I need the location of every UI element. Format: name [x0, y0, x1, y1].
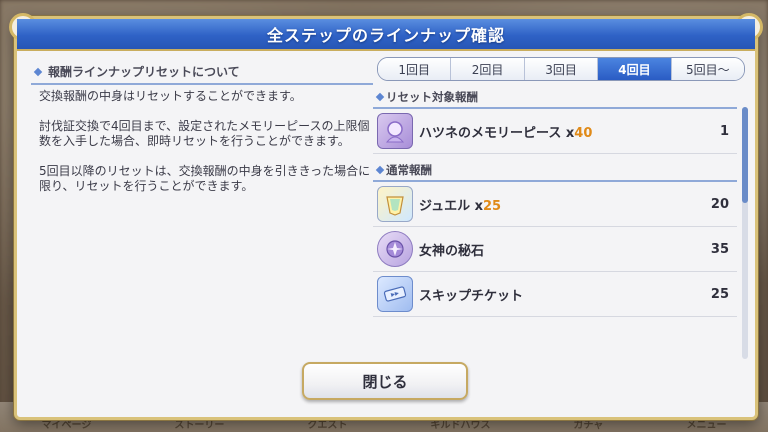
- reward-count: 1: [719, 123, 729, 139]
- skip-ticket-glyph: [383, 286, 407, 302]
- reward-row[interactable]: スキップチケット 25: [373, 272, 737, 317]
- diamond-bullet-icon: [375, 92, 385, 102]
- dialog-title: 全ステップのラインナップ確認: [266, 26, 505, 45]
- tab-step-2[interactable]: 2回目: [451, 58, 525, 80]
- close-button[interactable]: 閉じる: [302, 362, 468, 400]
- reset-target-heading-text: リセット対象報酬: [386, 90, 478, 104]
- diamond-bullet-icon: [375, 165, 385, 175]
- reward-qty: 40: [574, 125, 593, 141]
- reward-list[interactable]: リセット対象報酬 ハツネのメモリーピース x40 1 通常報酬 ジュエル x25…: [373, 87, 737, 347]
- reset-info-heading-text: 報酬ラインナップリセットについて: [48, 65, 240, 79]
- jewel-icon: [377, 186, 413, 222]
- goddess-stone-icon: [377, 231, 413, 267]
- skip-ticket-icon: [377, 276, 413, 312]
- reward-list-scrollbar[interactable]: [742, 107, 748, 359]
- memory-piece-icon: [377, 113, 413, 149]
- reset-info-paragraph-3: 5回目以降のリセットは、交換報酬の中身を引ききった場合に限り、リセットを行うこと…: [39, 164, 371, 193]
- reset-info-paragraph-1: 交換報酬の中身はリセットすることができます。: [39, 89, 302, 103]
- reward-count: 35: [710, 241, 729, 257]
- reset-info-pane: 報酬ラインナップリセットについて 交換報酬の中身はリセットすることができます。 …: [31, 63, 373, 363]
- tab-step-3[interactable]: 3回目: [524, 58, 599, 80]
- reward-qty: 25: [483, 198, 502, 214]
- jewel-glyph: [386, 196, 404, 216]
- tab-step-1[interactable]: 1回目: [378, 58, 452, 80]
- reward-row[interactable]: ハツネのメモリーピース x40 1: [373, 109, 737, 154]
- reward-row[interactable]: 女神の秘石 35: [373, 227, 737, 272]
- normal-reward-heading-text: 通常報酬: [386, 163, 432, 177]
- reward-count: 25: [710, 286, 729, 302]
- lineup-dialog: 全ステップのラインナップ確認 報酬ラインナップリセットについて 交換報酬の中身は…: [9, 13, 763, 420]
- reset-info-paragraph-2: 討伐証交換で4回目まで、設定されたメモリーピースの上限個数を入手した場合、即時リ…: [39, 119, 370, 148]
- reset-info-heading: 報酬ラインナップリセットについて: [31, 63, 373, 85]
- dialog-header: 全ステップのラインナップ確認: [17, 19, 755, 51]
- scrollbar-thumb[interactable]: [742, 107, 748, 203]
- reward-name: ジュエル x25: [419, 198, 502, 214]
- tab-step-5-plus[interactable]: 5回目～: [671, 58, 744, 80]
- step-tabs: 1回目 2回目 3回目 4回目 5回目～: [377, 57, 745, 81]
- reward-count: 20: [710, 196, 729, 212]
- reset-target-heading: リセット対象報酬: [373, 87, 737, 109]
- goddess-stone-glyph: [386, 240, 404, 258]
- tab-step-4[interactable]: 4回目: [598, 58, 672, 80]
- reward-name: 女神の秘石: [419, 243, 485, 259]
- diamond-bullet-icon: [33, 67, 43, 76]
- reward-name: スキップチケット: [419, 288, 524, 304]
- memory-piece-glyph: [385, 121, 405, 143]
- normal-reward-heading: 通常報酬: [373, 160, 737, 182]
- reward-name: ハツネのメモリーピース x40: [419, 125, 593, 141]
- reward-row[interactable]: ジュエル x25 20: [373, 182, 737, 227]
